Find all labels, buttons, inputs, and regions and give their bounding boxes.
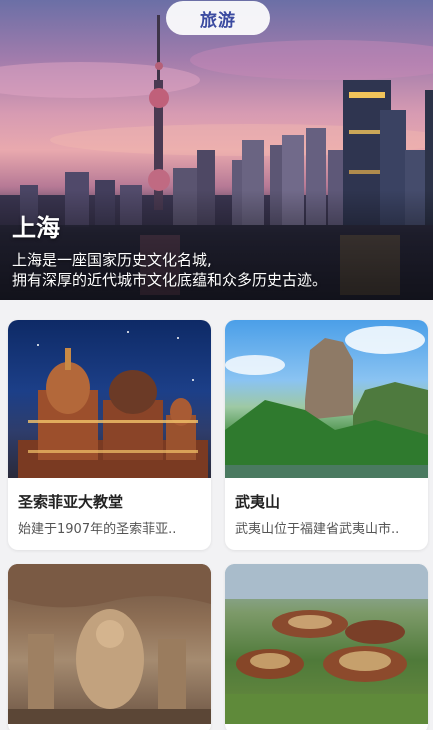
city-title: 上海: [12, 214, 60, 242]
mountain-photo: [225, 320, 428, 478]
card-title: 圣索菲亚大教堂: [18, 493, 124, 511]
card-description: 武夷山位于福建省武夷山市..: [235, 522, 400, 537]
hero-banner[interactable]: 旅游 上海 上海是一座国家历史文化名城, 拥有深厚的近代城市文化底蕴和众多历史古…: [0, 0, 433, 300]
tulou-photo: [225, 564, 428, 724]
attraction-card[interactable]: 圣索菲亚大教堂 始建于1907年的圣索菲亚..: [8, 320, 211, 550]
card-description: 始建于1907年的圣索菲亚..: [18, 522, 177, 537]
grotto-photo: [8, 564, 211, 724]
description-line-2: 拥有深厚的近代城市文化底蕴和众多历史古迹。: [12, 271, 328, 289]
city-description: 上海是一座国家历史文化名城, 拥有深厚的近代城市文化底蕴和众多历史古迹。: [12, 250, 422, 290]
attraction-card[interactable]: [8, 564, 211, 730]
tab-travel[interactable]: 旅游: [166, 1, 270, 35]
attraction-card[interactable]: [225, 564, 428, 730]
attraction-card[interactable]: 武夷山 武夷山位于福建省武夷山市..: [225, 320, 428, 550]
cathedral-photo: [8, 320, 211, 478]
description-line-1: 上海是一座国家历史文化名城,: [12, 251, 212, 269]
card-title: 武夷山: [235, 493, 281, 511]
travel-page: 旅游 上海 上海是一座国家历史文化名城, 拥有深厚的近代城市文化底蕴和众多历史古…: [0, 0, 433, 730]
